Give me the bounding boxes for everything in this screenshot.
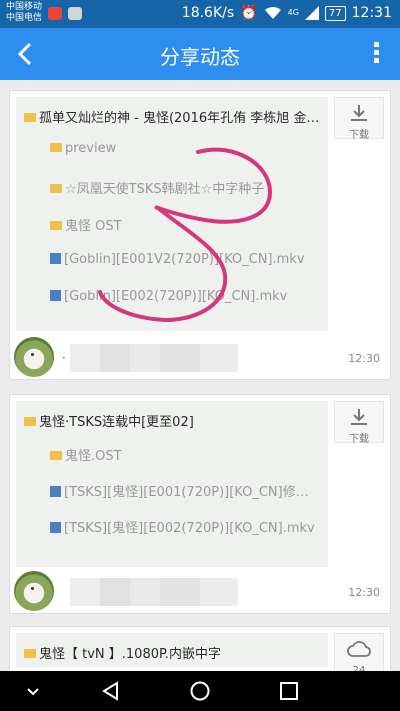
network-speed: 18.6K/s [181, 5, 235, 21]
more-vertical-icon [373, 42, 379, 47]
video-file-icon [50, 522, 61, 533]
file-item[interactable]: [Goblin][E002(720P)][KO_CN].mkv [50, 289, 287, 304]
file-name: 鬼怪 OST [65, 219, 122, 234]
file-item[interactable]: 鬼怪.OST [50, 445, 122, 464]
username-mosaic [70, 344, 238, 372]
file-item[interactable]: [Goblin][E001V2(720P)][KO_CN].mkv [50, 252, 305, 267]
download-icon [351, 409, 367, 425]
file-name: [Goblin][E001V2(720P)][KO_CN].mkv [64, 252, 305, 267]
video-file-icon [50, 290, 61, 301]
share-title-text: 鬼怪·TSKS连载中[更至02] [39, 415, 194, 430]
notification-app-icon [48, 7, 62, 20]
status-bar: 中国移动 中国电信 18.6K/s ⏰ 4G 77 12:31 [0, 0, 400, 28]
alarm-icon: ⏰ [240, 5, 258, 21]
file-list: 鬼怪.OST [TSKS][鬼怪][E001(720P)][KO_CN]修正版…… [16, 435, 328, 567]
file-item[interactable]: [TSKS][鬼怪][E002(720P)][KO_CN].mkv [50, 517, 315, 536]
share-title[interactable]: 鬼怪·TSKS连载中[更至02] [16, 401, 328, 435]
signal-icon [304, 6, 319, 20]
cloud-icon [347, 641, 371, 657]
download-label: 下载 [349, 434, 369, 445]
network-type: 4G [287, 8, 299, 17]
back-triangle-icon[interactable] [100, 680, 122, 702]
chevron-down-icon[interactable] [22, 680, 44, 702]
carrier-2: 中国电信 [6, 13, 43, 23]
more-dot [373, 58, 379, 63]
recent-apps-icon[interactable] [278, 680, 300, 702]
share-title[interactable]: 孤单又灿烂的神 - 鬼怪(2016年孔侑 李栋旭 金高… [16, 97, 328, 131]
more-button[interactable] [370, 40, 382, 68]
cloud-save-button[interactable]: 24 [334, 633, 384, 671]
home-circle-icon[interactable] [189, 680, 211, 702]
folder-icon [24, 649, 36, 658]
file-name: ☆凤凰天使TSKS韩剧社☆中字种子 [65, 182, 265, 197]
download-button[interactable]: 下载 [334, 97, 384, 141]
post-time: 12:30 [348, 586, 380, 599]
folder-icon [24, 417, 36, 426]
file-name: preview [65, 141, 117, 156]
app-bar: 分享动态 [0, 28, 400, 80]
folder-icon [24, 113, 36, 122]
page-title: 分享动态 [160, 45, 240, 69]
avatar[interactable] [14, 571, 54, 611]
card-footer: · 12:30 [10, 331, 390, 379]
carrier-labels: 中国移动 中国电信 [6, 2, 42, 24]
clock: 12:31 [351, 5, 392, 21]
file-item[interactable]: ☆凤凰天使TSKS韩剧社☆中字种子 [50, 178, 264, 197]
image-notification-icon [68, 7, 82, 20]
share-card[interactable]: 鬼怪【 tvN 】.1080P.内嵌中字 24 [9, 626, 391, 671]
system-nav-bar [0, 671, 400, 711]
carrier-1: 中国移动 [6, 2, 43, 12]
share-card[interactable]: 孤单又灿烂的神 - 鬼怪(2016年孔侑 李栋旭 金高… preview ☆凤凰… [9, 90, 391, 380]
download-icon [351, 105, 367, 121]
feed-list[interactable]: 孤单又灿烂的神 - 鬼怪(2016年孔侑 李栋旭 金高… preview ☆凤凰… [0, 80, 400, 671]
download-label: 下载 [349, 130, 369, 141]
folder-icon [50, 184, 62, 193]
file-name: 鬼怪.OST [65, 449, 122, 464]
battery-indicator: 77 [324, 5, 346, 21]
folder-icon [50, 451, 62, 460]
file-name: [TSKS][鬼怪][E002(720P)][KO_CN].mkv [64, 521, 315, 536]
video-file-icon [50, 253, 61, 264]
file-item[interactable]: 鬼怪 OST [50, 215, 122, 234]
file-item[interactable]: preview [50, 141, 116, 156]
file-name: [TSKS][鬼怪][E001(720P)][KO_CN]修正版… [64, 485, 320, 500]
download-button[interactable]: 下载 [334, 401, 384, 445]
video-file-icon [50, 486, 61, 497]
card-footer: 12:30 [10, 565, 390, 613]
file-item[interactable]: [TSKS][鬼怪][E001(720P)][KO_CN]修正版… [50, 481, 320, 500]
status-right: 18.6K/s ⏰ 4G 77 12:31 [182, 5, 392, 21]
file-list: preview ☆凤凰天使TSKS韩剧社☆中字种子 鬼怪 OST [Goblin… [16, 131, 328, 331]
share-card[interactable]: 鬼怪·TSKS连载中[更至02] 鬼怪.OST [TSKS][鬼怪][E001(… [9, 394, 391, 614]
more-dot [373, 50, 379, 55]
wifi-icon [264, 6, 281, 19]
post-time: 12:30 [348, 352, 380, 365]
folder-icon [50, 143, 62, 152]
file-name: [Goblin][E002(720P)][KO_CN].mkv [64, 289, 288, 304]
avatar[interactable] [14, 337, 54, 377]
username-mosaic [70, 578, 238, 606]
share-title[interactable]: 鬼怪【 tvN 】.1080P.内嵌中字 [16, 633, 328, 667]
folder-icon [50, 221, 62, 230]
share-title-text: 鬼怪【 tvN 】.1080P.内嵌中字 [39, 647, 221, 662]
share-title-text: 孤单又灿烂的神 - 鬼怪(2016年孔侑 李栋旭 金高… [39, 111, 328, 126]
